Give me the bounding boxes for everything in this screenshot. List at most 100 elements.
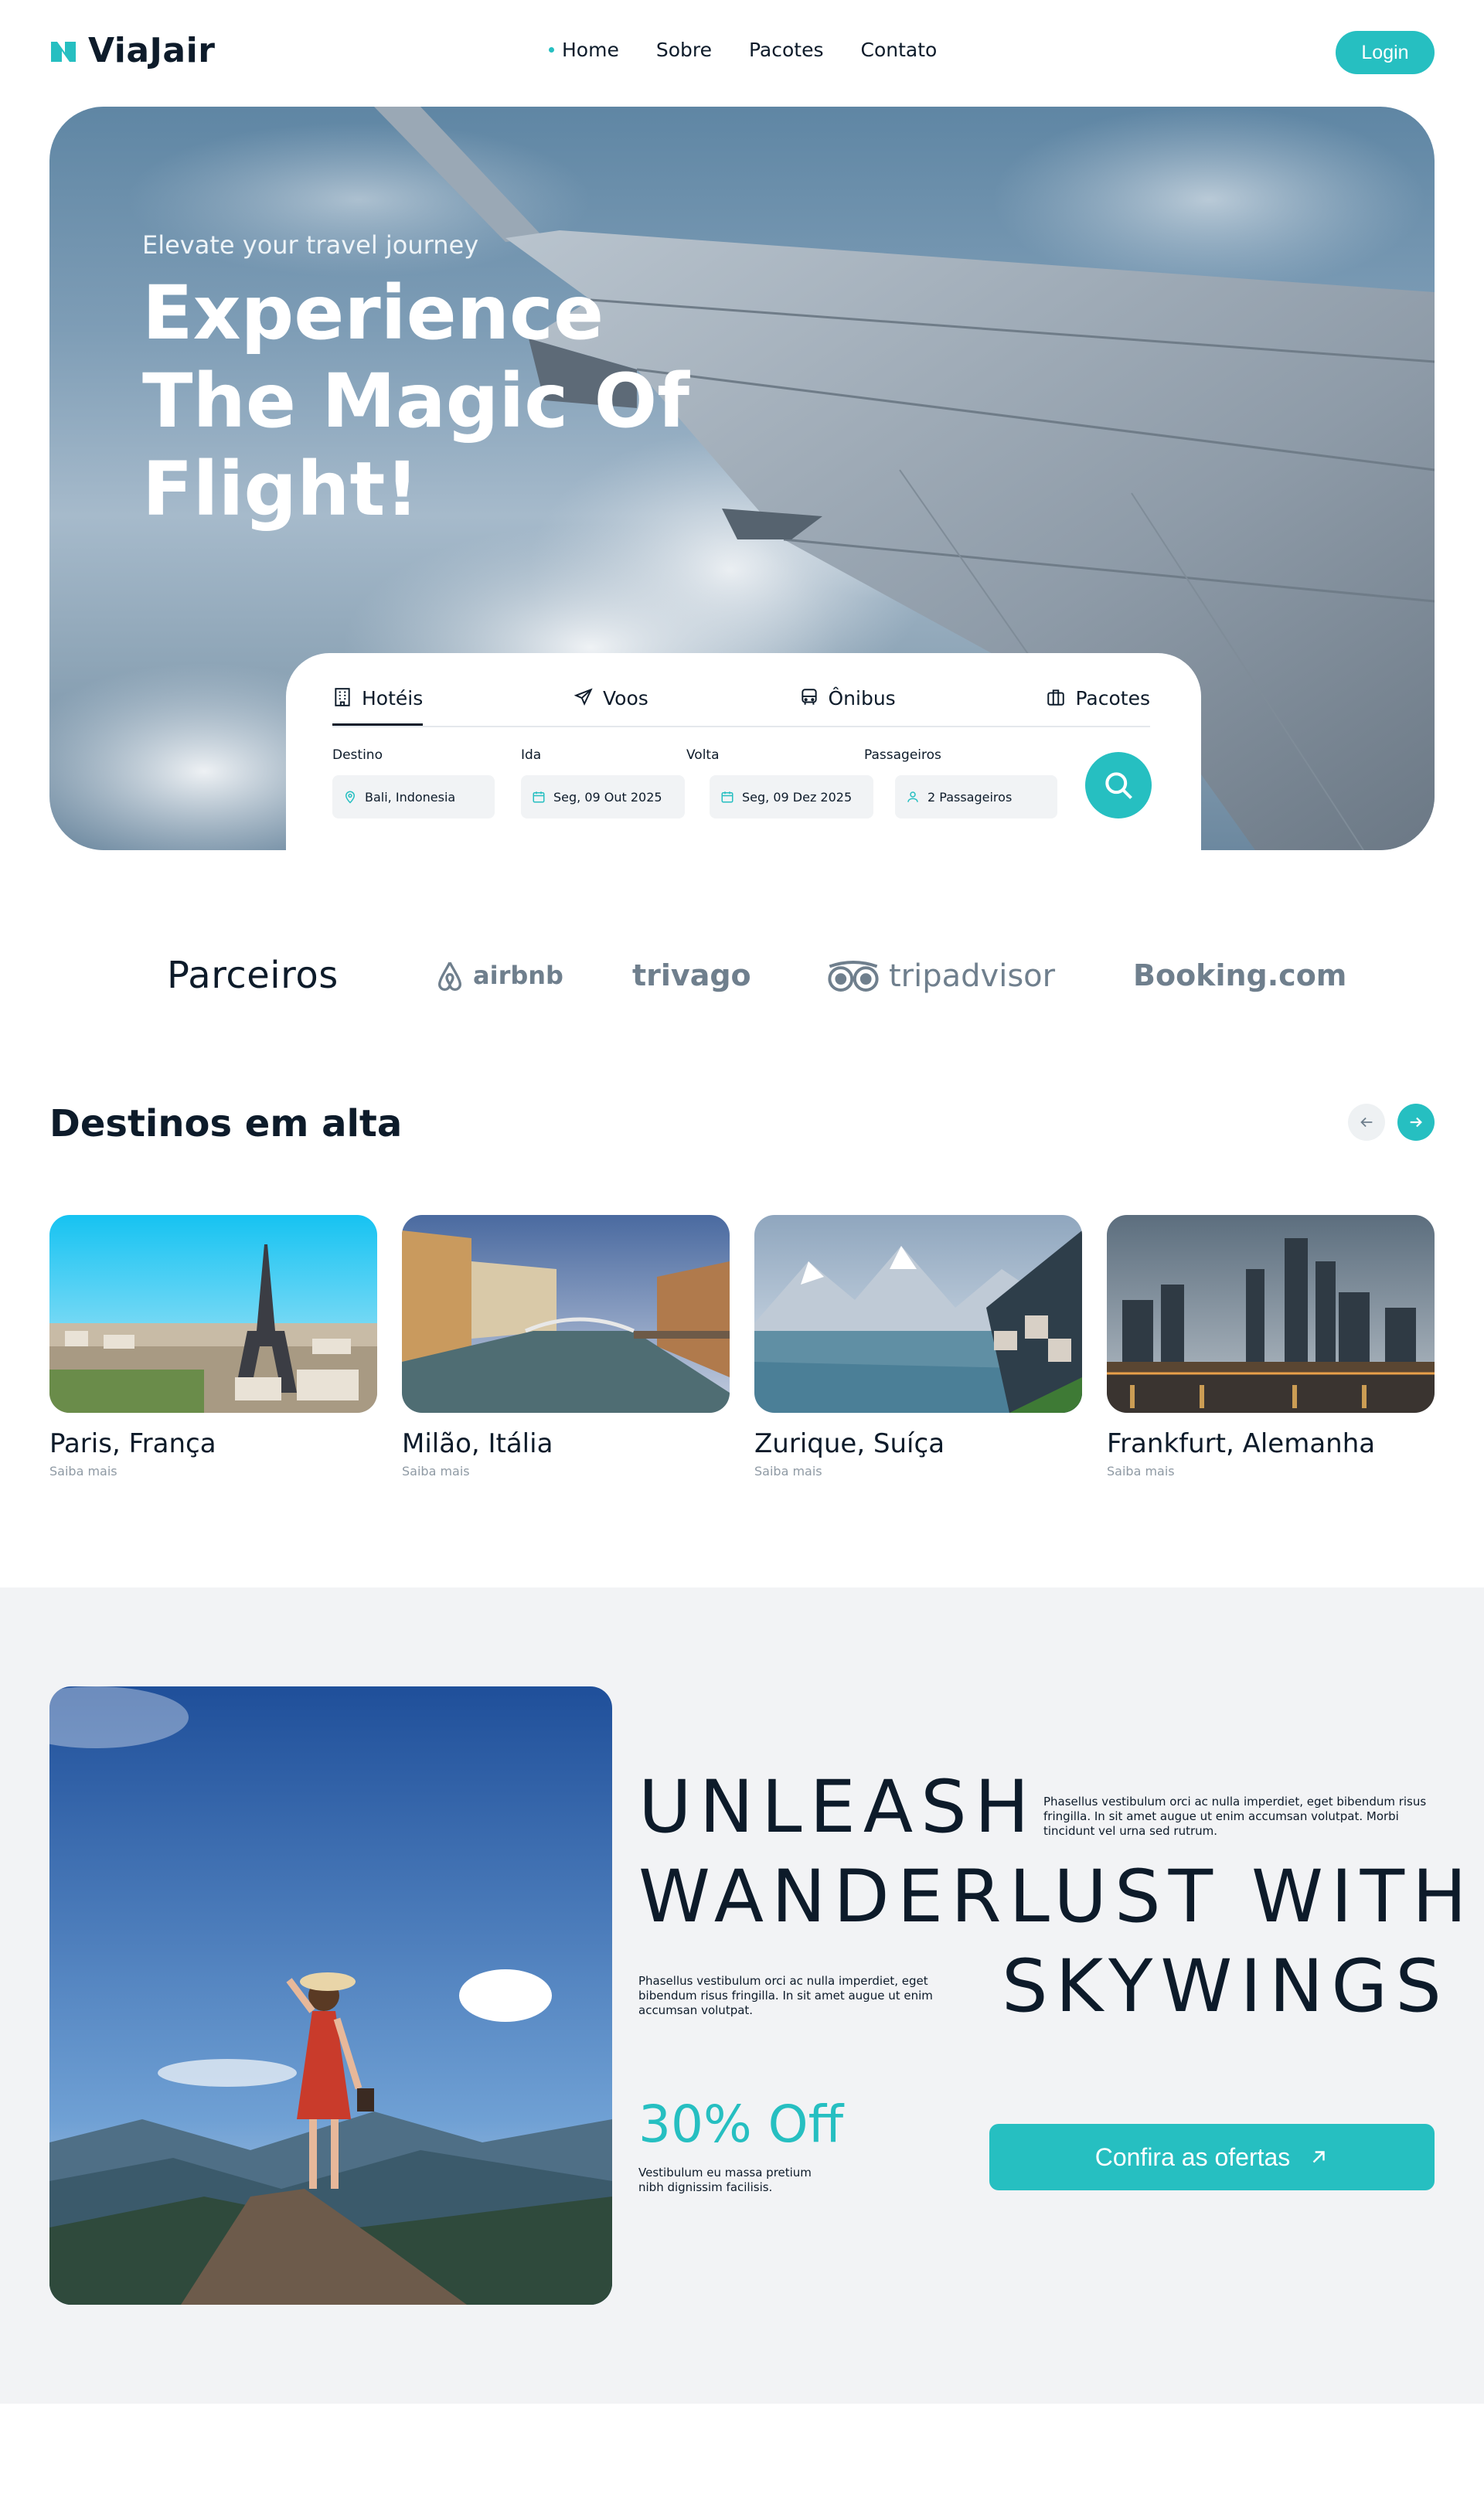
partner-name: tripadvisor	[889, 958, 1056, 994]
carousel-next-button[interactable]	[1397, 1104, 1435, 1141]
promo-paragraph-bottom: Vestibulum eu massa pretium nibh digniss…	[638, 2166, 812, 2194]
hero-kicker: Elevate your travel journey	[142, 230, 479, 260]
search-icon	[1105, 772, 1132, 799]
airbnb-icon	[437, 961, 462, 991]
menu-item-label: Home	[562, 39, 619, 61]
confira-ofertas-button[interactable]: Confira as ofertas	[989, 2124, 1435, 2190]
field-label: Volta	[686, 747, 720, 763]
field-label: Ida	[521, 747, 542, 763]
menu-item-pacotes[interactable]: Pacotes	[749, 39, 824, 61]
promo-headline-line-1: UNLEASH	[638, 1765, 1037, 1850]
menu-item-home[interactable]: Home	[549, 39, 619, 61]
partner-logo-tripadvisor: tripadvisor	[825, 958, 1055, 994]
traveler-mountain-image	[49, 1686, 612, 2305]
saiba-mais-link[interactable]: Saiba mais	[402, 1464, 730, 1479]
destination-card[interactable]: Milão, Itália Saiba mais	[402, 1215, 730, 1479]
promo-discount: 30% Off	[638, 2095, 844, 2154]
tab-voos[interactable]: Voos	[574, 681, 648, 726]
arrow-left-icon	[1360, 1117, 1373, 1128]
search-tabs: Hotéis Voos Ônibus Pacotes	[332, 681, 1150, 727]
partner-name: airbnb	[473, 961, 563, 990]
passageiros-input[interactable]: 2 Passageiros	[895, 775, 1057, 818]
promo-paragraph-top: Phasellus vestibulum orci ac nulla imper…	[1043, 1795, 1427, 1838]
passageiros-field: Passageiros 2 Passageiros	[864, 747, 1068, 818]
top-nav: ViaJair Home Sobre Pacotes Contato Login	[0, 0, 1484, 107]
plane-icon	[574, 688, 593, 706]
destination-card[interactable]: Zurique, Suíça Saiba mais	[754, 1215, 1082, 1479]
destination-name: Milão, Itália	[402, 1428, 553, 1459]
menu-item-label: Sobre	[655, 39, 712, 61]
promo-section: UNLEASH Phasellus vestibulum orci ac nul…	[0, 1587, 1484, 2404]
tab-label: Hotéis	[362, 687, 424, 710]
field-value: Bali, Indonesia	[365, 789, 456, 805]
menu-item-label: Pacotes	[748, 39, 824, 61]
menu-item-contato[interactable]: Contato	[861, 39, 938, 61]
tab-hoteis[interactable]: Hotéis	[332, 681, 424, 726]
hero-title-line: Experience	[142, 270, 604, 356]
field-label: Passageiros	[864, 747, 941, 763]
hero-title: Experience The Magic Of Flight!	[142, 269, 761, 533]
field-value: Seg, 09 Out 2025	[553, 789, 662, 805]
building-icon	[335, 688, 350, 706]
promo-paragraph-mid: Phasellus vestibulum orci ac nulla imper…	[638, 1974, 933, 2017]
saiba-mais-link[interactable]: Saiba mais	[49, 1464, 377, 1479]
logo-icon	[51, 41, 76, 62]
active-dot-icon	[549, 47, 554, 53]
arrow-right-icon	[1410, 1117, 1422, 1128]
destinations-title: Destinos em alta	[49, 1102, 403, 1145]
partner-name: trivago	[632, 958, 751, 992]
volta-input[interactable]: Seg, 09 Dez 2025	[710, 775, 873, 818]
arrow-up-right-icon	[1312, 2151, 1325, 2163]
saiba-mais-link[interactable]: Saiba mais	[754, 1464, 1082, 1479]
paris-image	[49, 1215, 377, 1413]
destination-card[interactable]: Paris, França Saiba mais	[49, 1215, 377, 1479]
partner-logo-trivago: trivago	[632, 958, 751, 992]
tab-label: Pacotes	[1075, 687, 1150, 710]
promo-headline-line-2: WANDERLUST WITH	[638, 1855, 1475, 1939]
map-pin-icon	[345, 791, 356, 804]
menu-item-label: Contato	[860, 39, 938, 61]
search-button[interactable]	[1085, 752, 1152, 818]
destination-name: Zurique, Suíça	[754, 1428, 945, 1459]
destino-field: Destino Bali, Indonesia	[332, 747, 495, 818]
zurique-image	[754, 1215, 1082, 1413]
tab-label: Voos	[602, 687, 648, 710]
field-label: Destino	[332, 747, 383, 763]
promo-headline-line-3: SKYWINGS	[1002, 1945, 1449, 2029]
saiba-mais-link[interactable]: Saiba mais	[1107, 1464, 1435, 1479]
main-menu: Home Sobre Pacotes Contato	[549, 39, 937, 61]
partner-logo-airbnb: airbnb	[434, 958, 563, 992]
brand-logo[interactable]: ViaJair	[49, 31, 215, 70]
hero-title-line: Flight!	[142, 446, 420, 533]
destination-name: Frankfurt, Alemanha	[1107, 1428, 1376, 1459]
field-value: 2 Passageiros	[928, 789, 1013, 805]
milao-image	[402, 1215, 730, 1413]
suitcase-icon	[1047, 689, 1065, 706]
cta-label: Confira as ofertas	[1094, 2142, 1291, 2171]
partners-section: Parceiros airbnb trivago tripadvisor Boo…	[0, 912, 1484, 1043]
ida-field: Ida Seg, 09 Out 2025	[521, 747, 685, 818]
field-value: Seg, 09 Dez 2025	[742, 789, 853, 805]
partners-title: Parceiros	[167, 954, 339, 997]
tab-label: Ônibus	[828, 687, 896, 710]
destination-name: Paris, França	[49, 1428, 216, 1459]
search-card: Hotéis Voos Ônibus Pacotes Destino Bali,…	[286, 653, 1201, 850]
tab-onibus[interactable]: Ônibus	[799, 681, 896, 726]
carousel-prev-button[interactable]	[1348, 1104, 1385, 1141]
bus-icon	[801, 689, 817, 705]
brand-name: ViaJair	[88, 31, 216, 70]
search-fields: Destino Bali, Indonesia Ida Seg, 09 Out …	[332, 747, 1067, 825]
partner-name: Booking.com	[1133, 958, 1347, 992]
hero-title-line: The Magic Of	[142, 358, 689, 444]
calendar-icon	[721, 791, 733, 803]
login-button[interactable]: Login	[1336, 31, 1435, 74]
ida-input[interactable]: Seg, 09 Out 2025	[521, 775, 685, 818]
tab-pacotes[interactable]: Pacotes	[1046, 681, 1150, 726]
user-icon	[907, 791, 918, 802]
menu-item-sobre[interactable]: Sobre	[656, 39, 712, 61]
destination-card[interactable]: Frankfurt, Alemanha Saiba mais	[1107, 1215, 1435, 1479]
calendar-icon	[533, 791, 545, 803]
frankfurt-image	[1107, 1215, 1435, 1413]
volta-field: Volta Seg, 09 Dez 2025	[686, 747, 873, 818]
destino-input[interactable]: Bali, Indonesia	[332, 775, 495, 818]
